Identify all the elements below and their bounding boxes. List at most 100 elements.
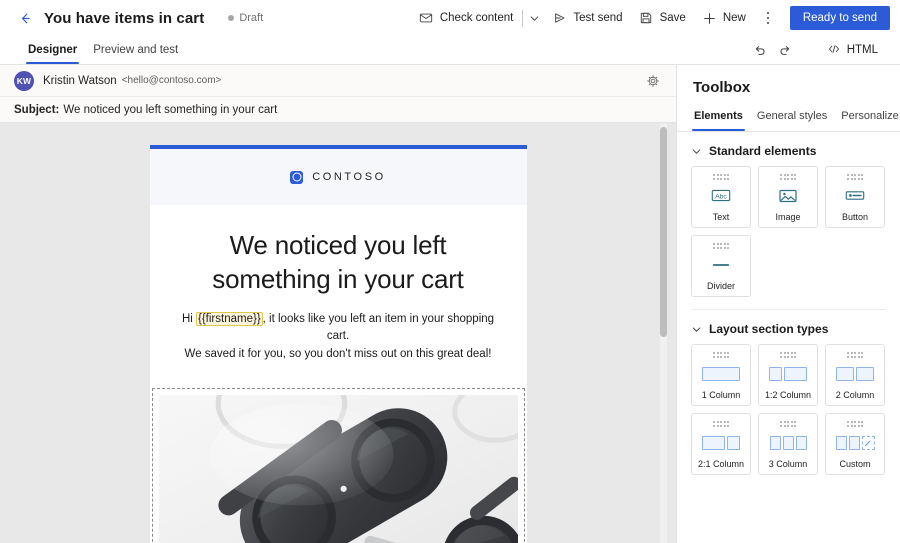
email-hero-section[interactable]: We noticed you left something in your ca… bbox=[150, 205, 527, 380]
subject-row[interactable]: Subject: We noticed you left something i… bbox=[0, 96, 676, 123]
ready-to-send-button[interactable]: Ready to send bbox=[789, 6, 890, 30]
more-vertical-icon[interactable] bbox=[756, 5, 780, 31]
element-card-text-label: Text bbox=[712, 212, 730, 222]
email-canvas: CONTOSO We noticed you left something in… bbox=[0, 123, 676, 543]
email-image-section-selected[interactable] bbox=[151, 388, 525, 543]
new-button[interactable]: New bbox=[694, 5, 754, 31]
redo-icon[interactable] bbox=[773, 36, 799, 64]
status-dot-icon bbox=[228, 15, 235, 21]
element-card-image[interactable]: Image bbox=[758, 166, 818, 228]
drag-handle-icon[interactable] bbox=[713, 352, 729, 358]
email-designer-app: You have items in cart Draft Check conte… bbox=[0, 0, 900, 543]
email-greeting: Hi {{firstname}}, it looks like you left… bbox=[170, 311, 507, 364]
layout-2col-icon bbox=[836, 364, 874, 384]
drag-handle-icon[interactable] bbox=[847, 421, 863, 427]
layout-card-3-column[interactable]: 3 Column bbox=[758, 413, 818, 475]
standard-elements-grid: Abc Text Image Button Divider bbox=[677, 166, 900, 297]
tab-preview-and-test[interactable]: Preview and test bbox=[85, 36, 186, 64]
status-badge: Draft bbox=[228, 12, 263, 24]
layout-card-1-2-column-label: 1:2 Column bbox=[764, 390, 812, 400]
gear-icon[interactable] bbox=[642, 70, 664, 92]
html-code-button[interactable]: HTML bbox=[819, 36, 886, 64]
layout-3col-icon bbox=[769, 433, 807, 453]
top-command-bar: You have items in cart Draft Check conte… bbox=[0, 0, 900, 36]
check-content-label: Check content bbox=[439, 12, 514, 24]
check-content-button[interactable]: Check content bbox=[411, 5, 522, 31]
canvas-scrollbar[interactable] bbox=[660, 123, 667, 543]
sender-row: KW Kristin Watson <hello@contoso.com> bbox=[0, 65, 676, 96]
envelope-check-icon bbox=[419, 11, 434, 26]
drag-handle-icon[interactable] bbox=[847, 174, 863, 180]
drag-handle-icon[interactable] bbox=[780, 352, 796, 358]
section-title-layout-section-types: Layout section types bbox=[709, 322, 829, 336]
layout-1-2col-icon bbox=[769, 364, 807, 384]
element-card-text[interactable]: Abc Text bbox=[691, 166, 751, 228]
layout-section-types-grid: 1 Column 1:2 Column 2 Column 2:1 Column … bbox=[677, 344, 900, 475]
toolbox-panel: Toolbox Elements General styles Personal… bbox=[676, 65, 900, 543]
undo-icon[interactable] bbox=[747, 36, 773, 64]
subject-label: Subject: bbox=[14, 103, 60, 116]
layout-card-2-column[interactable]: 2 Column bbox=[825, 344, 885, 406]
layout-card-2-1-column[interactable]: 2:1 Column bbox=[691, 413, 751, 475]
text-abc-icon: Abc bbox=[710, 186, 732, 206]
layout-2-1col-icon bbox=[702, 433, 740, 453]
tab-preview-and-test-label: Preview and test bbox=[93, 44, 179, 56]
email-body-line-2: We saved it for you, so you don't miss o… bbox=[184, 348, 492, 361]
chevron-down-icon bbox=[691, 146, 702, 157]
avatar: KW bbox=[14, 70, 34, 91]
email-logo-section[interactable]: CONTOSO bbox=[149, 149, 527, 205]
product-photo bbox=[158, 395, 518, 543]
subject-value: We noticed you left something in your ca… bbox=[63, 103, 278, 116]
section-title-standard-elements: Standard elements bbox=[709, 144, 817, 158]
test-send-button[interactable]: Test send bbox=[544, 5, 630, 31]
tab-designer[interactable]: Designer bbox=[20, 36, 85, 64]
brand-name: CONTOSO bbox=[312, 171, 386, 183]
drag-handle-icon[interactable] bbox=[713, 421, 729, 427]
greeting-suffix: , it looks like you left an item in your… bbox=[262, 312, 495, 343]
element-card-button-label: Button bbox=[841, 212, 869, 222]
drag-handle-icon[interactable] bbox=[713, 243, 729, 249]
status-label: Draft bbox=[239, 12, 264, 24]
body-split: KW Kristin Watson <hello@contoso.com> Su… bbox=[0, 65, 900, 543]
drag-handle-icon[interactable] bbox=[713, 174, 729, 180]
tab-personalize[interactable]: Personalize bbox=[834, 106, 900, 131]
new-label: New bbox=[722, 12, 746, 24]
drag-handle-icon[interactable] bbox=[780, 174, 796, 180]
layout-card-1-column[interactable]: 1 Column bbox=[691, 344, 751, 406]
test-send-label: Test send bbox=[573, 12, 623, 24]
check-content-chevron-down-icon[interactable] bbox=[524, 5, 544, 31]
section-header-layout-section-types[interactable]: Layout section types bbox=[677, 310, 900, 344]
layout-card-2-1-column-label: 2:1 Column bbox=[697, 459, 745, 469]
element-card-button[interactable]: Button bbox=[825, 166, 885, 228]
divider-icon bbox=[710, 255, 732, 275]
save-label: Save bbox=[659, 12, 686, 24]
sender-name[interactable]: Kristin Watson bbox=[43, 75, 117, 87]
command-group: Check content Test send Save New Ready t… bbox=[411, 5, 890, 31]
sender-email[interactable]: <hello@contoso.com> bbox=[122, 75, 222, 86]
save-button[interactable]: Save bbox=[631, 5, 694, 31]
check-content-split-button: Check content bbox=[411, 5, 545, 31]
section-header-standard-elements[interactable]: Standard elements bbox=[677, 132, 900, 166]
designer-tab-strip: Designer Preview and test HTML bbox=[0, 36, 900, 65]
layout-card-1-2-column[interactable]: 1:2 Column bbox=[758, 344, 818, 406]
svg-text:Abc: Abc bbox=[715, 193, 727, 200]
layout-card-3-column-label: 3 Column bbox=[768, 459, 808, 469]
drag-handle-icon[interactable] bbox=[780, 421, 796, 427]
drag-handle-icon[interactable] bbox=[847, 352, 863, 358]
toolbox-tab-strip: Elements General styles Personalize bbox=[677, 106, 900, 132]
tab-general-styles[interactable]: General styles bbox=[750, 106, 834, 131]
back-arrow-icon[interactable] bbox=[14, 7, 36, 29]
layout-card-custom[interactable]: Custom bbox=[825, 413, 885, 475]
send-outline-icon bbox=[552, 11, 567, 26]
personalization-token[interactable]: {{firstname}} bbox=[196, 311, 263, 326]
image-icon bbox=[778, 186, 798, 206]
save-disk-icon bbox=[639, 11, 654, 26]
layout-card-custom-label: Custom bbox=[839, 459, 871, 469]
toolbox-content: Standard elements Abc Text Image Button … bbox=[677, 132, 900, 543]
greeting-prefix: Hi bbox=[181, 312, 196, 325]
scrollbar-thumb[interactable] bbox=[660, 127, 667, 337]
email-editor-column: KW Kristin Watson <hello@contoso.com> Su… bbox=[0, 65, 676, 543]
element-card-divider[interactable]: Divider bbox=[691, 235, 751, 297]
tab-elements[interactable]: Elements bbox=[687, 106, 750, 131]
layout-card-2-column-label: 2 Column bbox=[835, 390, 875, 400]
